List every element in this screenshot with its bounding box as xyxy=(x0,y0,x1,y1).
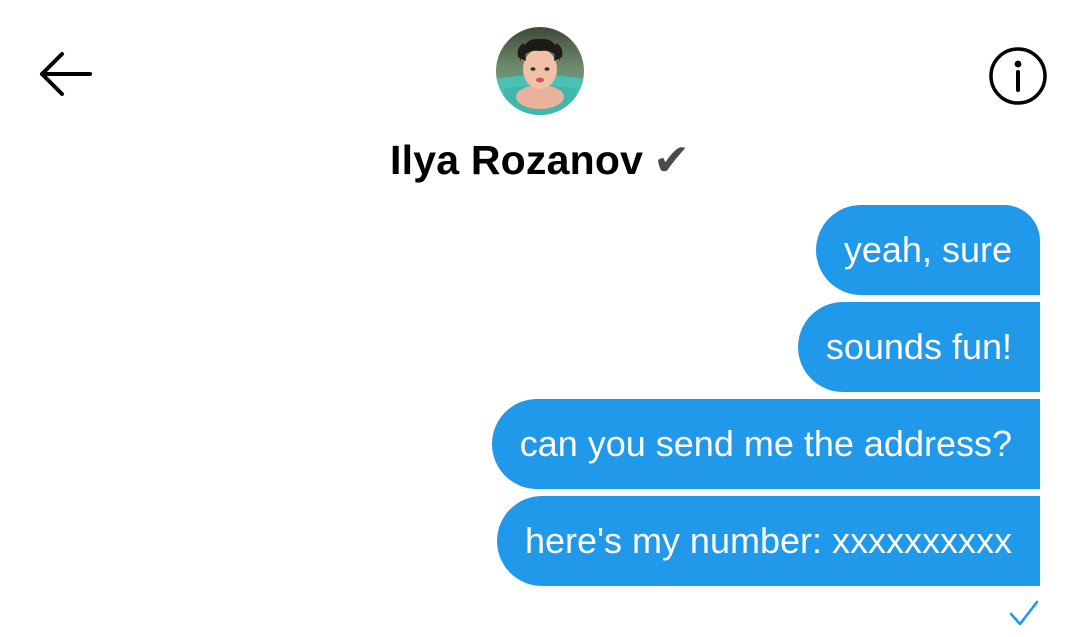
message-bubble[interactable]: can you send me the address? xyxy=(491,399,1040,489)
message-text: can you send me the address? xyxy=(519,423,1012,464)
back-button[interactable] xyxy=(38,50,94,98)
message-bubble[interactable]: yeah, sure xyxy=(815,205,1040,295)
checkmark-icon xyxy=(1009,600,1039,626)
verified-check-icon: ✔ xyxy=(653,135,690,186)
message-bubble[interactable]: sounds fun! xyxy=(797,302,1040,392)
info-button[interactable] xyxy=(988,46,1048,106)
message-text: sounds fun! xyxy=(825,326,1012,367)
profile-photo xyxy=(496,27,584,115)
sent-status xyxy=(1008,598,1040,628)
info-circle-icon xyxy=(989,47,1047,105)
message-text: here's my number: xxxxxxxxxx xyxy=(525,520,1012,561)
contact-name[interactable]: Ilya Rozanov xyxy=(390,137,643,184)
message-text: yeah, sure xyxy=(843,229,1012,270)
conversation-header: Ilya Rozanov ✔ xyxy=(0,130,1080,190)
arrow-left-icon xyxy=(40,52,92,96)
avatar[interactable] xyxy=(496,27,584,115)
message-bubble[interactable]: here's my number: xxxxxxxxxx xyxy=(497,496,1040,586)
